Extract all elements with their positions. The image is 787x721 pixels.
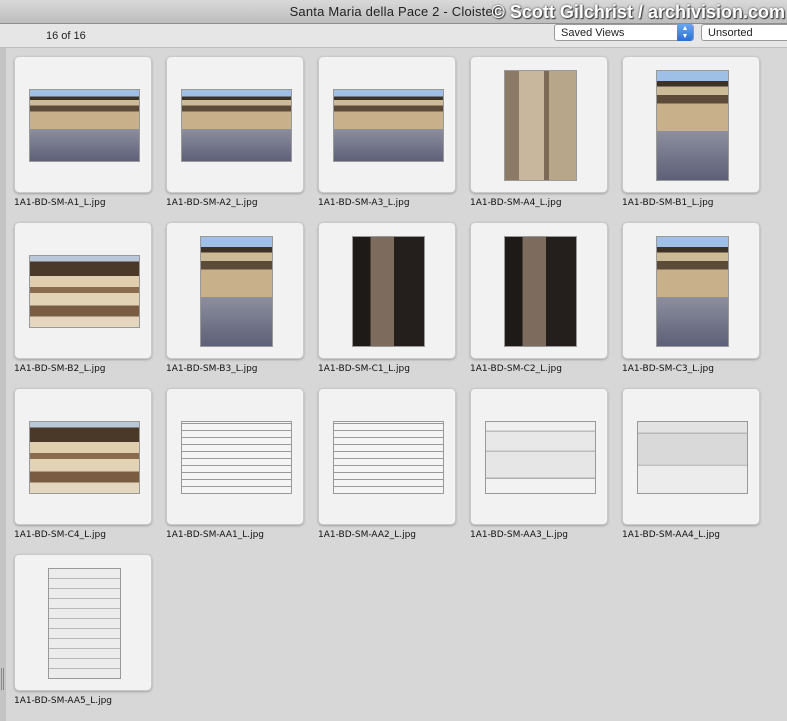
thumbnail-image[interactable]: [504, 236, 577, 347]
file-name-label: 1A1-BD-SM-A4_L.jpg: [470, 198, 562, 208]
file-name-label: 1A1-BD-SM-AA2_L.jpg: [318, 530, 417, 540]
file-name-label: 1A1-BD-SM-A3_L.jpg: [318, 198, 410, 208]
thumbnail-tile[interactable]: [622, 222, 760, 359]
file-name-label: 1A1-BD-SM-C2_L.jpg: [470, 364, 562, 374]
thumbnail-tile[interactable]: [14, 56, 152, 193]
file-name-label: 1A1-BD-SM-C1_L.jpg: [318, 364, 410, 374]
thumbnail-image[interactable]: [29, 255, 140, 328]
thumbnail-tile[interactable]: [470, 388, 608, 525]
sort-label: Unsorted: [708, 27, 753, 39]
thumbnail-image[interactable]: [181, 421, 292, 494]
saved-views-dropdown[interactable]: Saved Views ▲ ▼: [554, 24, 694, 41]
thumbnail-tile[interactable]: [14, 554, 152, 691]
file-name-label: 1A1-BD-SM-B3_L.jpg: [166, 364, 258, 374]
thumbnail-image[interactable]: [48, 568, 121, 679]
sort-dropdown[interactable]: Unsorted: [701, 24, 787, 41]
thumbnail-image[interactable]: [200, 236, 273, 347]
file-name-label: 1A1-BD-SM-AA5_L.jpg: [14, 696, 113, 706]
file-name-label: 1A1-BD-SM-AA4_L.jpg: [622, 530, 721, 540]
thumbnail-image[interactable]: [485, 421, 596, 494]
thumbnail-tile[interactable]: [166, 222, 304, 359]
thumbnail-image[interactable]: [504, 70, 577, 181]
thumbnail-image[interactable]: [352, 236, 425, 347]
thumbnail-image[interactable]: [333, 89, 444, 162]
saved-views-label: Saved Views: [561, 27, 625, 39]
toolbar: 16 of 16 Saved Views ▲ ▼ Unsorted: [0, 24, 787, 48]
file-name-label: 1A1-BD-SM-B1_L.jpg: [622, 198, 714, 208]
thumbnail-tile[interactable]: [166, 388, 304, 525]
thumbnail-tile[interactable]: [318, 222, 456, 359]
thumbnail-image[interactable]: [656, 70, 729, 181]
thumbnail-image[interactable]: [29, 421, 140, 494]
file-name-label: 1A1-BD-SM-A1_L.jpg: [14, 198, 106, 208]
watermark-text: © Scott Gilchrist / archivision.com: [491, 2, 785, 22]
file-name-label: 1A1-BD-SM-C4_L.jpg: [14, 530, 106, 540]
thumbnail-tile[interactable]: [622, 388, 760, 525]
thumbnail-image[interactable]: [637, 421, 748, 494]
browser-window: Santa Maria della Pace 2 - Cloister © Sc…: [0, 0, 787, 721]
thumbnail-tile[interactable]: [470, 56, 608, 193]
file-name-label: 1A1-BD-SM-A2_L.jpg: [166, 198, 258, 208]
thumbnail-tile[interactable]: [318, 56, 456, 193]
file-name-label: 1A1-BD-SM-C3_L.jpg: [622, 364, 714, 374]
file-name-label: 1A1-BD-SM-AA3_L.jpg: [470, 530, 569, 540]
resize-grip-icon[interactable]: [1, 668, 4, 690]
thumbnail-image[interactable]: [181, 89, 292, 162]
thumbnail-tile[interactable]: [470, 222, 608, 359]
updown-arrows-icon: ▲ ▼: [677, 24, 693, 41]
title-bar: Santa Maria della Pace 2 - Cloister © Sc…: [0, 0, 787, 24]
item-count: 16 of 16: [46, 30, 86, 42]
thumbnail-image[interactable]: [29, 89, 140, 162]
file-name-label: 1A1-BD-SM-B2_L.jpg: [14, 364, 106, 374]
thumbnail-tile[interactable]: [166, 56, 304, 193]
thumbnail-image[interactable]: [333, 421, 444, 494]
thumbnail-tile[interactable]: [318, 388, 456, 525]
thumbnail-tile[interactable]: [14, 388, 152, 525]
file-name-label: 1A1-BD-SM-AA1_L.jpg: [166, 530, 265, 540]
split-pane-edge[interactable]: [0, 48, 6, 721]
thumbnail-image[interactable]: [656, 236, 729, 347]
thumbnail-tile[interactable]: [622, 56, 760, 193]
thumbnail-tile[interactable]: [14, 222, 152, 359]
